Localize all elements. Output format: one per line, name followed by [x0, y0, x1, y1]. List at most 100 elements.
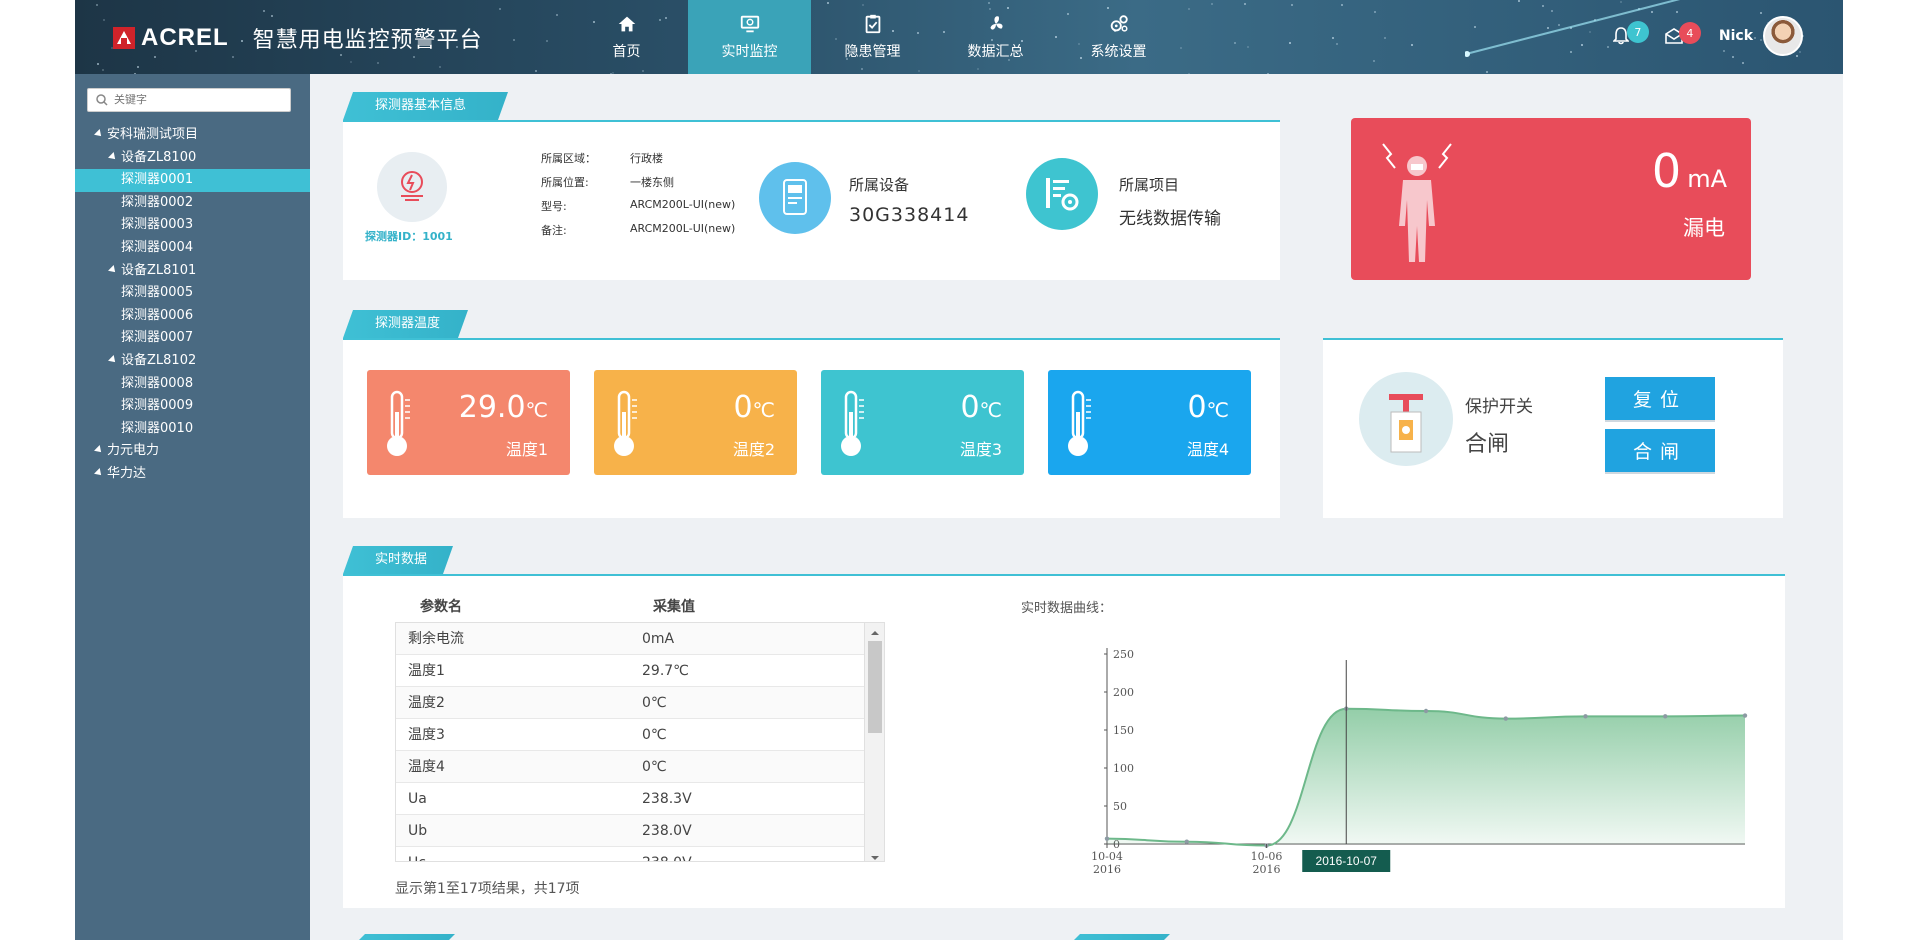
expand-arrow-icon[interactable] — [108, 355, 118, 365]
tree-item-label: 探测器0003 — [121, 217, 193, 232]
nav-item-2[interactable]: 隐患管理 — [811, 0, 934, 74]
info-field-label: 所属位置: — [541, 174, 589, 190]
temperature-unit: ℃ — [980, 398, 1002, 422]
star — [1336, 43, 1338, 45]
nav-item-1[interactable]: 实时监控 — [688, 0, 811, 74]
y-tick-label: 50 — [1113, 800, 1127, 813]
tree-item[interactable]: 安科瑞测试项目 — [75, 124, 310, 147]
scroll-up-icon[interactable] — [865, 628, 885, 638]
search-icon — [96, 94, 108, 106]
param-name: Ua — [408, 783, 642, 814]
tree-item[interactable]: 力元电力 — [75, 440, 310, 463]
param-name: Ub — [408, 815, 642, 846]
star — [439, 66, 441, 68]
reset-button[interactable]: 复位 — [1605, 377, 1715, 420]
tree-item[interactable]: 华力达 — [75, 463, 310, 486]
user-avatar[interactable] — [1763, 16, 1803, 56]
tree-item[interactable]: 探测器0009 — [75, 395, 310, 418]
expand-arrow-icon[interactable] — [94, 445, 104, 455]
messages-button[interactable]: 4 — [1665, 28, 1683, 44]
star — [1247, 46, 1249, 48]
gears-icon — [1107, 13, 1131, 35]
table-row[interactable]: 温度2 0℃ — [396, 687, 884, 719]
star — [556, 14, 558, 16]
param-value: 238.0V — [642, 847, 692, 862]
realtime-chart[interactable]: 05010015020025010-04201610-0620162016-10… — [1005, 640, 1775, 890]
tree-item[interactable]: 设备ZL8101 — [75, 260, 310, 283]
monitor-icon — [738, 13, 762, 35]
notifications-button[interactable]: 7 — [1613, 27, 1629, 45]
tree-item[interactable]: 探测器0004 — [75, 237, 310, 260]
scroll-thumb[interactable] — [868, 641, 882, 733]
user-name[interactable]: Nick — [1719, 28, 1753, 44]
tree-item-label: 探测器0004 — [121, 240, 193, 255]
table-row[interactable]: 温度1 29.7℃ — [396, 655, 884, 687]
acrel-logo-icon — [113, 27, 135, 49]
tree-item[interactable]: 设备ZL8100 — [75, 147, 310, 170]
nav-item-3[interactable]: 数据汇总 — [934, 0, 1057, 74]
temperature-value-wrap: 0℃ — [960, 390, 1002, 425]
temperature-value-wrap: 0℃ — [1187, 390, 1229, 425]
expand-arrow-icon[interactable] — [94, 468, 104, 478]
y-tick-label: 150 — [1113, 724, 1134, 737]
table-row[interactable]: 剩余电流 0mA — [396, 623, 884, 655]
table-row[interactable]: Ub 238.0V — [396, 815, 884, 847]
tree-item[interactable]: 设备ZL8102 — [75, 350, 310, 373]
tree-item[interactable]: 探测器0003 — [75, 214, 310, 237]
table-row[interactable]: 温度4 0℃ — [396, 751, 884, 783]
param-name: 温度4 — [408, 751, 642, 782]
nav-item-label: 数据汇总 — [968, 41, 1024, 61]
info-field-label: 所属区域： — [541, 150, 596, 166]
thermometer-icon — [1064, 390, 1094, 460]
temperature-card: 0℃ 温度3 — [821, 370, 1024, 475]
tree-item[interactable]: 探测器0010 — [75, 418, 310, 441]
tree-item[interactable]: 探测器0006 — [75, 305, 310, 328]
data-point — [1424, 709, 1428, 713]
expand-arrow-icon[interactable] — [94, 129, 104, 139]
star — [96, 4, 98, 6]
nav-item-0[interactable]: 首页 — [565, 0, 688, 74]
protection-state: 合闸 — [1465, 426, 1509, 458]
star — [137, 66, 139, 68]
info-field-value: 行政楼 — [630, 150, 663, 166]
app-window: ACREL 智慧用电监控预警平台 首页 实时监控 隐患管理 数据汇总 系统设置 7 4 … — [75, 0, 1843, 940]
project-icon-bg — [1026, 158, 1098, 230]
expand-arrow-icon[interactable] — [108, 265, 118, 275]
tree-item[interactable]: 探测器0007 — [75, 327, 310, 350]
close-switch-button[interactable]: 合闸 — [1605, 429, 1715, 472]
realtime-table[interactable]: 剩余电流 0mA 温度1 29.7℃ 温度2 0℃ 温度3 0℃ 温度4 0℃ Ua 238.3V Ub… — [395, 622, 885, 862]
info-field-label: 备注: — [541, 222, 567, 238]
table-row[interactable]: Uc238.0V — [396, 847, 884, 862]
temperature-value: 0 — [960, 390, 979, 425]
home-icon — [615, 13, 639, 35]
info-field-value: ARCM200L-UI(new) — [630, 222, 735, 235]
main-nav: 首页 实时监控 隐患管理数据汇总 系统设置 — [565, 0, 1180, 74]
param-value: 0℃ — [642, 719, 667, 750]
nav-item-4[interactable]: 系统设置 — [1057, 0, 1180, 74]
param-name: 温度1 — [408, 655, 642, 686]
param-name: 温度3 — [408, 719, 642, 750]
temperature-unit: ℃ — [526, 398, 548, 422]
nav-item-label: 系统设置 — [1091, 41, 1147, 61]
star — [1760, 12, 1762, 14]
leakage-label: 漏电 — [1683, 212, 1725, 242]
data-point — [1185, 840, 1189, 844]
chart-title: 实时数据曲线： — [1021, 597, 1112, 616]
tree-item[interactable]: 探测器0001 — [75, 169, 310, 192]
tree-item[interactable]: 探测器0008 — [75, 373, 310, 396]
expand-arrow-icon[interactable] — [108, 152, 118, 162]
table-row[interactable]: 温度3 0℃ — [396, 719, 884, 751]
star — [1234, 42, 1236, 44]
detector-icon — [377, 152, 447, 222]
search-input[interactable] — [114, 94, 284, 106]
device-icon-bg — [759, 162, 831, 234]
x-tick-label: 10-04 — [1091, 850, 1123, 863]
tree-item[interactable]: 探测器0005 — [75, 282, 310, 305]
scroll-down-icon[interactable] — [865, 853, 885, 862]
tree-item[interactable]: 探测器0002 — [75, 192, 310, 215]
table-row[interactable]: Ua 238.3V — [396, 783, 884, 815]
table-scrollbar[interactable] — [864, 623, 884, 862]
thermometer-icon — [610, 390, 640, 460]
star — [1332, 37, 1334, 39]
fan-icon — [984, 13, 1008, 35]
